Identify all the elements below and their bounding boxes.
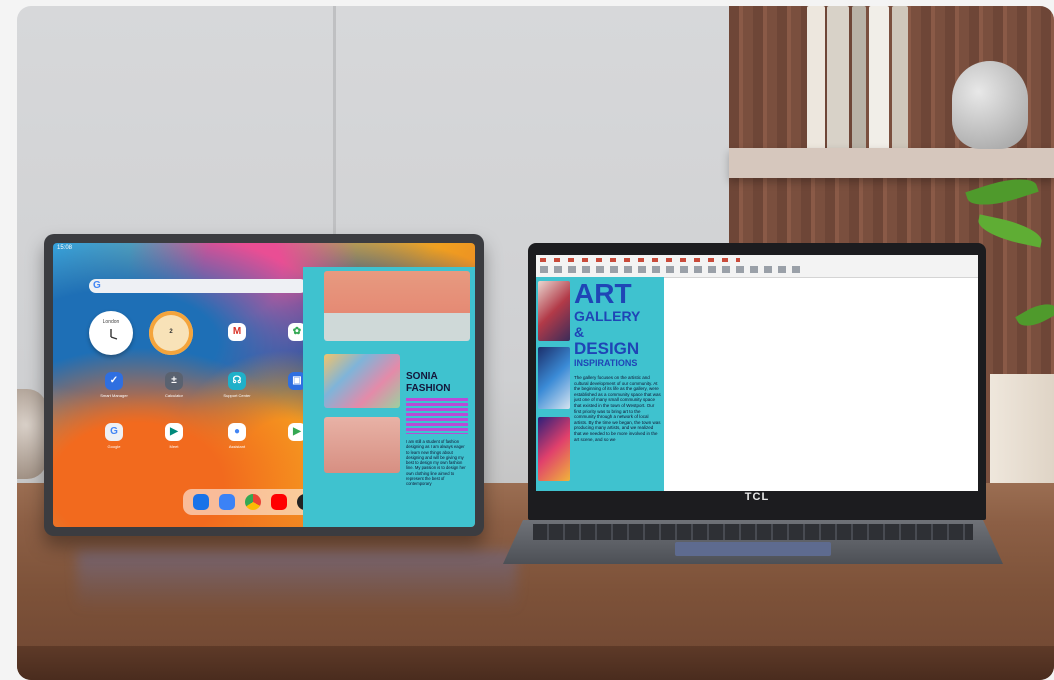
google-search-bar[interactable]: G <box>89 279 307 293</box>
swatches-photo <box>324 354 400 408</box>
status-time: 15:08 <box>57 245 73 251</box>
art-thumbnail <box>538 281 570 341</box>
heading-sonia: SONIA FASHION <box>406 371 472 395</box>
desk-reflection <box>77 551 517 611</box>
book <box>852 6 866 152</box>
clock-hands-icon <box>110 329 118 340</box>
youtube-icon[interactable] <box>271 494 287 510</box>
heading-line-1: SONIA <box>406 371 438 382</box>
book <box>869 6 889 152</box>
vase <box>952 61 1028 149</box>
heading-line-2: FASHION <box>406 383 451 394</box>
app-label-support-center: Support Center <box>223 393 251 398</box>
brand-logo: TCL <box>744 491 770 503</box>
laptop-screen[interactable]: ART GALLERY & DESIGN INSPIRATIONS The ga… <box>536 255 978 491</box>
app-label-calculator: Calculator <box>164 393 183 398</box>
book <box>807 6 825 152</box>
ribbon-tabs[interactable] <box>540 258 740 262</box>
art-thumbnail <box>538 417 570 481</box>
weather-widget[interactable]: 2 <box>149 311 193 355</box>
room-photo <box>324 417 400 473</box>
lounge-photo <box>324 271 470 341</box>
assistant-icon[interactable]: ● <box>228 423 246 441</box>
highlighted-text-block <box>406 398 468 434</box>
title-ampersand: & <box>574 324 585 340</box>
art-thumbnail <box>538 347 570 409</box>
gallery-icon[interactable] <box>219 494 235 510</box>
book-stack <box>990 374 1054 484</box>
laptop-lid: ART GALLERY & DESIGN INSPIRATIONS The ga… <box>528 243 986 520</box>
ribbon-tools[interactable] <box>540 266 800 273</box>
google-g-icon: G <box>93 280 101 291</box>
book <box>827 6 849 152</box>
app-label-google: Google <box>107 444 121 449</box>
book <box>892 6 908 152</box>
headset-icon[interactable]: ☊ <box>228 372 246 390</box>
fashion-paragraph: I am still a student of fashion designin… <box>406 439 466 487</box>
google-folder-icon[interactable]: G <box>105 423 123 441</box>
title-gallery: GALLERY <box>574 308 641 324</box>
meet-icon[interactable]: ▶ <box>165 423 183 441</box>
fashion-document-panel[interactable]: SONIA FASHION I am still a student of fa… <box>303 267 475 527</box>
clock-widget[interactable]: London <box>89 311 133 355</box>
shelf <box>729 148 1054 178</box>
clock-city: London <box>102 319 120 325</box>
touchpad[interactable] <box>675 542 831 556</box>
gmail-icon[interactable]: M <box>228 323 246 341</box>
title-inspirations: INSPIRATIONS <box>574 358 638 368</box>
app-label-smart-manager: Smart Manager <box>100 393 128 398</box>
title-design: DESIGN <box>574 339 640 358</box>
toolbar-ribbon <box>536 255 978 278</box>
title-art: ART <box>574 278 632 309</box>
document-body: The gallery focuses on the artistic and … <box>574 375 661 442</box>
desk-edge <box>17 646 1054 680</box>
calculator-icon[interactable]: ± <box>165 372 183 390</box>
document-title: ART GALLERY & DESIGN INSPIRATIONS <box>574 278 641 369</box>
art-document-page[interactable]: ART GALLERY & DESIGN INSPIRATIONS The ga… <box>536 277 664 491</box>
tablet-screen[interactable]: 15:08 G London 2 M ✿ ✓ Smart Manager ± C… <box>53 243 475 527</box>
chrome-icon[interactable] <box>245 494 261 510</box>
tablet-device: 15:08 G London 2 M ✿ ✓ Smart Manager ± C… <box>44 234 484 536</box>
keyboard[interactable] <box>533 524 973 540</box>
app-label-assistant: Assistant <box>228 444 246 449</box>
lamp-base <box>17 389 47 479</box>
weather-temp: 2 <box>169 329 173 335</box>
shield-icon[interactable]: ✓ <box>105 372 123 390</box>
app-label-meet: Meet <box>169 444 179 449</box>
messages-icon[interactable] <box>193 494 209 510</box>
